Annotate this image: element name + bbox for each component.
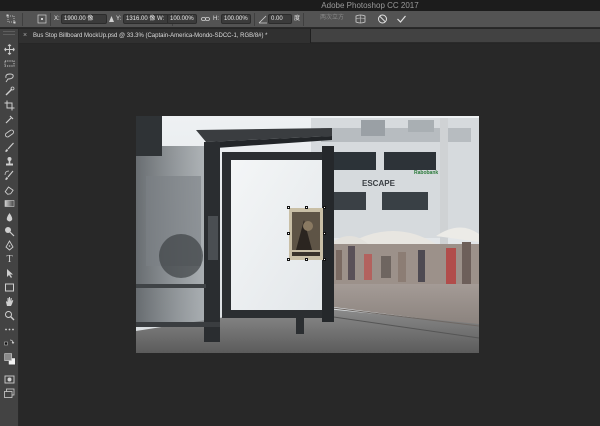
marquee-tool-icon[interactable] (3, 57, 16, 70)
title-bar: Adobe Photoshop CC 2017 (0, 0, 600, 11)
quick-mask-icon[interactable] (3, 373, 16, 386)
gradient-tool-icon[interactable] (3, 197, 16, 210)
dodge-tool-icon[interactable] (3, 225, 16, 238)
angle-unit: 度 (294, 16, 301, 22)
x-position-field[interactable]: 1900.00 像 (61, 14, 107, 24)
move-tool-icon[interactable] (3, 43, 16, 56)
separator (254, 13, 255, 26)
separator (303, 13, 304, 26)
interpolation-select[interactable]: 两次立方 (318, 14, 348, 24)
cancel-icon[interactable] (377, 14, 388, 24)
document-tab-bar: × Bus Stop Billboard MockUp.psd @ 33.3% … (19, 29, 600, 43)
crop-tool-icon[interactable] (3, 99, 16, 112)
more-tools-icon[interactable] (3, 323, 16, 336)
brush-tool-icon[interactable] (3, 141, 16, 154)
shape-tool-icon[interactable] (3, 281, 16, 294)
transform-handle[interactable] (287, 232, 290, 235)
document-tab[interactable]: × Bus Stop Billboard MockUp.psd @ 33.3% … (19, 29, 311, 43)
clone-stamp-icon[interactable] (3, 155, 16, 168)
lasso-tool-icon[interactable] (3, 71, 16, 84)
transform-handle[interactable] (323, 232, 326, 235)
angle-icon (258, 15, 267, 24)
separator (22, 13, 23, 26)
warp-icon[interactable] (355, 14, 366, 24)
screen-mode-icon[interactable] (3, 387, 16, 400)
tools-panel: T (0, 29, 19, 426)
transform-handle[interactable] (305, 206, 308, 209)
hand-tool-icon[interactable] (3, 295, 16, 308)
transform-handle[interactable] (305, 258, 308, 261)
transform-icon[interactable] (6, 14, 16, 24)
transform-handle[interactable] (287, 258, 290, 261)
swap-colors-icon[interactable] (3, 337, 16, 350)
eyedropper-icon[interactable] (3, 113, 16, 126)
eraser-tool-icon[interactable] (3, 183, 16, 196)
pen-tool-icon[interactable] (3, 239, 16, 252)
transform-bounding-box[interactable] (287, 206, 326, 261)
panel-grip[interactable] (3, 31, 15, 35)
y-label: Y: (116, 16, 122, 22)
angle-field[interactable]: 0.00 (268, 14, 292, 24)
transform-handle[interactable] (287, 206, 290, 209)
color-swatches-icon[interactable] (3, 351, 16, 367)
delta-icon[interactable] (108, 14, 115, 24)
w-label: W: (157, 16, 165, 22)
healing-brush-icon[interactable] (3, 127, 16, 140)
blur-tool-icon[interactable] (3, 211, 16, 224)
x-label: X: (54, 16, 60, 22)
link-icon[interactable] (201, 14, 210, 24)
zoom-tool-icon[interactable] (3, 309, 16, 322)
options-bar: X: 1900.00 像 Y: 1316.00 像 W: 100.00% H: … (0, 11, 600, 28)
h-label: H: (213, 16, 219, 22)
quick-select-icon[interactable] (3, 85, 16, 98)
svg-text:ESCAPE: ESCAPE (362, 179, 396, 188)
transform-handle[interactable] (323, 206, 326, 209)
height-field[interactable]: 100.00% (221, 14, 251, 24)
separator (50, 13, 51, 26)
document-tab-label: Bus Stop Billboard MockUp.psd @ 33.3% (C… (33, 33, 268, 39)
path-select-icon[interactable] (3, 267, 16, 280)
reference-point-icon[interactable] (37, 14, 47, 24)
svg-text:Rabobank: Rabobank (414, 170, 438, 176)
commit-icon[interactable] (396, 14, 407, 24)
type-tool-icon[interactable]: T (3, 253, 16, 266)
width-field[interactable]: 100.00% (167, 14, 197, 24)
window-title: Adobe Photoshop CC 2017 (321, 1, 419, 10)
history-brush-icon[interactable] (3, 169, 16, 182)
close-tab-icon[interactable]: × (23, 29, 27, 43)
transform-handle[interactable] (323, 258, 326, 261)
